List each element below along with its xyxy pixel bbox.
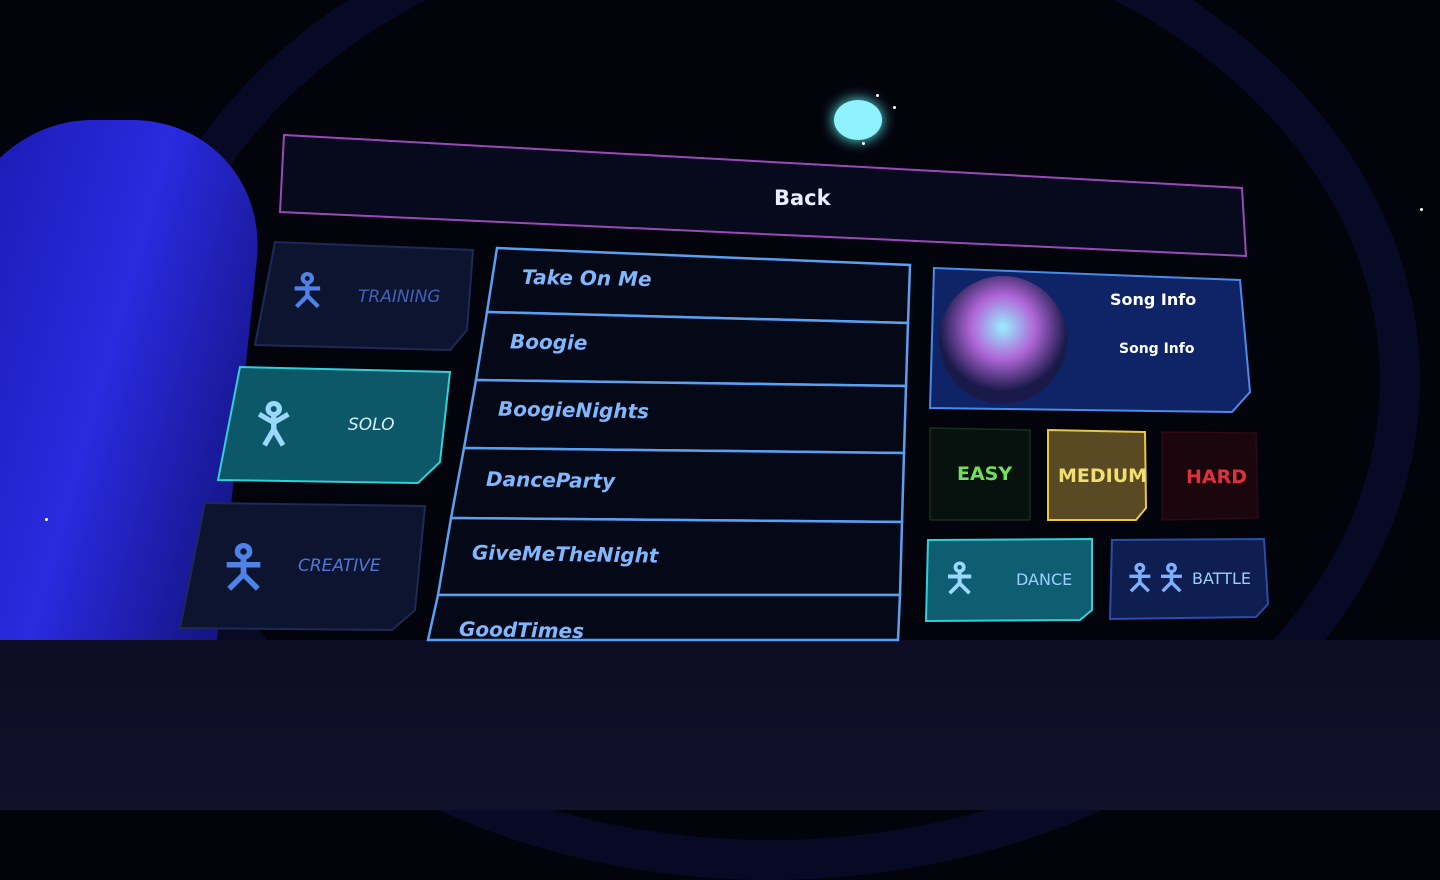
song-item[interactable]: Take On Me xyxy=(522,265,652,291)
song-item[interactable]: DanceParty xyxy=(486,467,615,493)
difficulty-hard[interactable]: HARD xyxy=(1186,466,1247,488)
play-mode-dance[interactable]: DANCE xyxy=(1016,570,1072,589)
song-item[interactable]: GoodTimes xyxy=(459,617,584,641)
battle-icon: 🯅🯅 xyxy=(1124,558,1188,599)
dancer-icon: 🯅 xyxy=(942,556,978,602)
song-info-subtitle: Song Info xyxy=(1119,341,1195,357)
difficulty-easy[interactable]: EASY xyxy=(957,463,1012,485)
mode-solo[interactable]: SOLO xyxy=(348,415,395,435)
star xyxy=(1420,208,1423,211)
song-item[interactable]: GiveMeTheNight xyxy=(472,540,659,567)
star xyxy=(45,518,48,521)
star xyxy=(876,94,879,97)
song-item[interactable]: Boogie xyxy=(510,329,588,354)
song-info-title: Song Info xyxy=(1110,290,1197,309)
floor xyxy=(0,640,1440,810)
mode-creative[interactable]: CREATIVE xyxy=(298,556,381,576)
song-item[interactable]: BoogieNights xyxy=(498,397,649,424)
mode-training[interactable]: TRAINING xyxy=(358,287,440,307)
trainer-figure-icon: 🯅 xyxy=(288,265,327,316)
moon-icon xyxy=(834,100,882,140)
back-button[interactable]: Back xyxy=(774,186,831,210)
creative-figure-icon: 🯅 xyxy=(218,533,270,601)
star xyxy=(862,142,865,145)
play-mode-battle[interactable]: BATTLE xyxy=(1192,569,1251,588)
difficulty-medium[interactable]: MEDIUM xyxy=(1058,465,1147,487)
guitar-player-icon: 🯆 xyxy=(250,392,298,455)
star xyxy=(893,106,896,109)
